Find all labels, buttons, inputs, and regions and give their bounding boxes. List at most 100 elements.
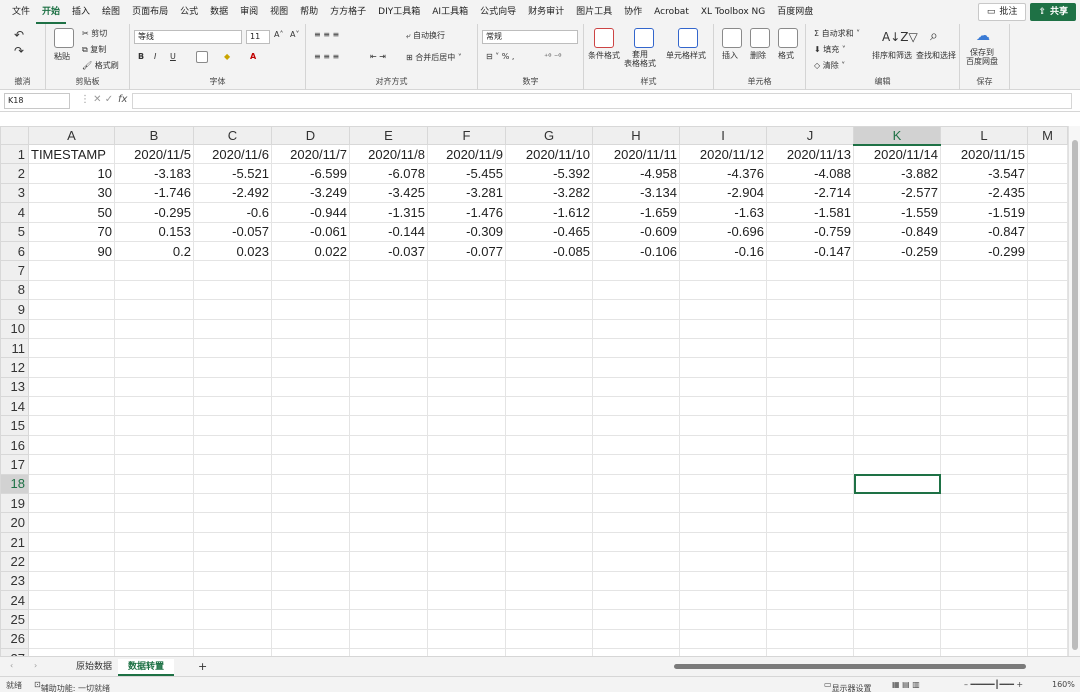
cell[interactable] xyxy=(349,609,428,630)
menu-tab[interactable]: 页面布局 xyxy=(126,0,174,24)
cell[interactable] xyxy=(349,318,428,339)
cell[interactable]: -0.057 xyxy=(193,221,272,242)
cell[interactable]: -3.249 xyxy=(271,182,350,204)
cell[interactable] xyxy=(679,570,767,591)
cell[interactable] xyxy=(193,551,272,572)
cell[interactable] xyxy=(28,570,115,591)
cell[interactable] xyxy=(766,396,854,417)
sheet-tab-raw[interactable]: 原始数据 xyxy=(66,659,122,676)
cell[interactable] xyxy=(1027,454,1068,475)
cell[interactable] xyxy=(28,628,115,650)
cell[interactable] xyxy=(766,570,854,591)
cell[interactable]: -0.696 xyxy=(679,221,767,242)
cell[interactable] xyxy=(349,512,428,533)
cell[interactable] xyxy=(271,337,350,359)
cell[interactable]: -2.577 xyxy=(853,182,941,204)
cell[interactable] xyxy=(940,299,1028,320)
cell[interactable]: -0.144 xyxy=(349,221,428,242)
cell[interactable] xyxy=(193,473,272,495)
formula-input[interactable] xyxy=(132,93,1072,109)
menu-tab[interactable]: 财务审计 xyxy=(522,0,570,24)
sheet-tab-transposed[interactable]: 数据转置 xyxy=(118,659,175,676)
cell[interactable] xyxy=(679,415,767,436)
cell[interactable] xyxy=(28,260,115,281)
cell[interactable] xyxy=(349,589,428,611)
cell[interactable] xyxy=(349,551,428,572)
font-size-field[interactable]: 11 xyxy=(246,30,270,44)
autosum-button[interactable]: Σ 自动求和 ˅ xyxy=(814,28,860,39)
row-header[interactable]: 15 xyxy=(0,415,29,436)
cell[interactable] xyxy=(853,337,941,359)
cell[interactable] xyxy=(349,628,428,650)
cell[interactable]: -0.309 xyxy=(427,221,506,242)
cell[interactable] xyxy=(592,337,680,359)
comment-button[interactable]: ▭ 批注 xyxy=(977,3,1027,21)
cell[interactable] xyxy=(592,589,680,611)
insert-cells-button[interactable]: 插入 xyxy=(722,50,738,61)
cell[interactable] xyxy=(114,299,194,320)
formula-cancel-confirm-icons[interactable]: ⋮ ✕ ✓ xyxy=(80,94,113,105)
cell[interactable] xyxy=(271,512,350,533)
cell[interactable] xyxy=(193,454,272,475)
cell[interactable]: -1.476 xyxy=(427,202,506,223)
cell[interactable] xyxy=(427,531,506,553)
cell[interactable] xyxy=(1027,376,1068,398)
format-painter-button[interactable]: 🖌 格式刷 xyxy=(82,60,119,71)
cell[interactable]: -0.849 xyxy=(853,221,941,242)
cell[interactable] xyxy=(427,473,506,495)
cell[interactable] xyxy=(193,609,272,630)
cell[interactable] xyxy=(592,531,680,553)
cell[interactable]: 2020/11/13 xyxy=(766,143,854,165)
cell[interactable] xyxy=(28,396,115,417)
cell[interactable] xyxy=(271,609,350,630)
cell[interactable] xyxy=(349,299,428,320)
menu-tab[interactable]: 插入 xyxy=(66,0,96,24)
cell[interactable] xyxy=(679,531,767,553)
vertical-scroll-thumb[interactable] xyxy=(1072,140,1078,650)
cell[interactable] xyxy=(28,337,115,359)
cell[interactable] xyxy=(193,337,272,359)
row-header[interactable]: 10 xyxy=(0,318,29,339)
cell[interactable] xyxy=(349,279,428,301)
cell[interactable] xyxy=(505,493,593,514)
cell[interactable] xyxy=(505,434,593,456)
cell[interactable] xyxy=(505,260,593,281)
cell[interactable]: -2.904 xyxy=(679,182,767,204)
cell[interactable] xyxy=(505,396,593,417)
cell[interactable] xyxy=(853,609,941,630)
menu-tab[interactable]: 方方格子 xyxy=(324,0,372,24)
row-header[interactable]: 14 xyxy=(0,396,29,417)
menu-tab[interactable]: Acrobat xyxy=(648,0,695,24)
cell[interactable] xyxy=(592,570,680,591)
cut-button[interactable]: ✂ 剪切 xyxy=(82,28,107,39)
cell[interactable] xyxy=(505,512,593,533)
worksheet-grid[interactable]: A B C D E F G H I J K L M 1 TIMESTAMP 2020/11/5 2020/11/… xyxy=(0,126,1068,656)
fx-icon[interactable]: fx xyxy=(118,94,127,105)
cell[interactable]: 0.023 xyxy=(193,240,272,262)
fill-color-icon[interactable]: ◆ xyxy=(224,52,230,61)
cell[interactable] xyxy=(427,570,506,591)
cell[interactable] xyxy=(28,531,115,553)
cell[interactable] xyxy=(1027,493,1068,514)
horizontal-scrollbar[interactable] xyxy=(664,662,1070,672)
cell[interactable] xyxy=(679,648,767,656)
cell[interactable] xyxy=(853,512,941,533)
zoom-level[interactable]: 160% xyxy=(1052,680,1075,689)
cell[interactable] xyxy=(1027,415,1068,436)
sheet-nav-next-icon[interactable]: › xyxy=(34,661,37,670)
cell[interactable] xyxy=(193,299,272,320)
undo-icon[interactable]: ↶ xyxy=(14,28,24,42)
cell[interactable]: -0.295 xyxy=(114,202,194,223)
bold-button[interactable]: B xyxy=(138,52,144,61)
paste-button[interactable]: 粘贴 xyxy=(54,51,70,62)
cell[interactable] xyxy=(1027,473,1068,495)
cell[interactable] xyxy=(766,589,854,611)
cell[interactable]: 10 xyxy=(28,163,115,184)
name-box[interactable]: K18 xyxy=(4,93,70,109)
cell[interactable]: 2020/11/15 xyxy=(940,143,1028,165)
cell[interactable] xyxy=(940,589,1028,611)
cell[interactable] xyxy=(193,628,272,650)
cell[interactable]: 50 xyxy=(28,202,115,223)
cell[interactable] xyxy=(940,318,1028,339)
insert-cells-icon[interactable] xyxy=(722,28,742,48)
